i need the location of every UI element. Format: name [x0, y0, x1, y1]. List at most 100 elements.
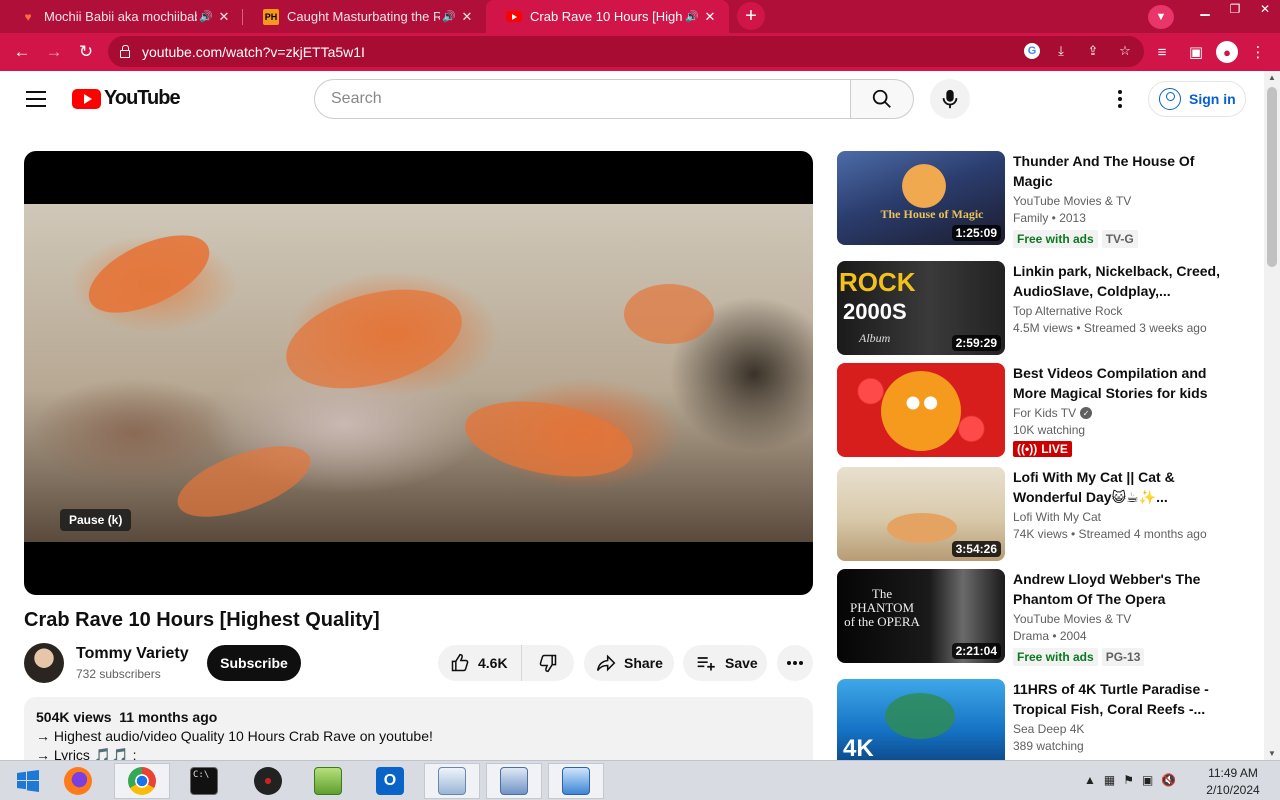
speaker-icon[interactable]: 🔊 [197, 10, 215, 23]
taskbar-app-dark[interactable] [240, 763, 296, 799]
free-with-ads-badge: Free with ads [1013, 648, 1098, 666]
page-scrollbar[interactable]: ▲ ▼ [1264, 71, 1280, 760]
scrollbar-thumb[interactable] [1267, 87, 1277, 267]
tab-ph[interactable]: PH Caught Masturbating the Ro 🔊 ✕ [243, 0, 486, 33]
badges: Free with ads TV-G [1013, 230, 1223, 248]
close-tab-icon[interactable]: ✕ [215, 9, 233, 25]
save-button[interactable]: Save [683, 645, 767, 681]
menu-hamburger-icon[interactable] [26, 91, 46, 107]
scroll-up-icon[interactable]: ▲ [1268, 73, 1276, 82]
channel-avatar[interactable] [24, 643, 64, 683]
new-tab-button[interactable]: + [737, 2, 765, 30]
taskbar-monitor-app[interactable] [424, 763, 480, 799]
related-title[interactable]: Lofi With My Cat || Cat & Wonderful Day😺… [1013, 467, 1223, 507]
install-app-icon[interactable]: ⤓ [1050, 40, 1072, 62]
browser-menu-icon[interactable]: ⋮ [1244, 36, 1272, 68]
like-dislike-group: 4.6K [438, 645, 574, 681]
video-frame[interactable] [24, 204, 813, 542]
reload-icon[interactable]: ↻ [70, 36, 102, 68]
video-player[interactable]: Pause (k) [24, 151, 813, 595]
related-channel[interactable]: Top Alternative Rock [1013, 304, 1223, 318]
related-title[interactable]: Andrew Lloyd Webber's The Phantom Of The… [1013, 569, 1223, 609]
dislike-button[interactable] [522, 645, 574, 681]
taskbar-keyboard-app[interactable] [486, 763, 542, 799]
badges: Free with ads PG-13 [1013, 648, 1223, 666]
related-video-item[interactable]: 4K 11HRS of 4K Turtle Paradise - Tropica… [837, 679, 1227, 760]
taskbar-terminal[interactable]: C:\ [176, 763, 232, 799]
close-tab-icon[interactable]: ✕ [458, 9, 476, 25]
tab-mochii[interactable]: ♥ Mochii Babii aka mochiibabii 🔊 ✕ [0, 0, 243, 33]
google-lens-icon[interactable]: G [1024, 43, 1040, 59]
profile-avatar-icon[interactable]: ● [1216, 41, 1238, 63]
share-button[interactable]: Share [584, 645, 674, 681]
start-button[interactable] [0, 763, 56, 799]
related-title[interactable]: Linkin park, Nickelback, Creed, AudioSla… [1013, 261, 1223, 301]
video-thumbnail[interactable]: 4K [837, 679, 1005, 760]
related-channel[interactable]: For Kids TV [1013, 406, 1076, 420]
tab-search-chevron-icon[interactable]: ▼ [1148, 5, 1174, 29]
channel-name[interactable]: Tommy Variety [76, 645, 189, 663]
more-actions-button[interactable] [777, 645, 813, 681]
share-page-icon[interactable]: ⇪ [1082, 40, 1104, 62]
related-channel[interactable]: Lofi With My Cat [1013, 510, 1223, 524]
bookmark-star-icon[interactable]: ☆ [1114, 40, 1136, 62]
related-video-item[interactable]: Best Videos Compilation and More Magical… [837, 363, 1227, 457]
sign-in-button[interactable]: Sign in [1148, 81, 1246, 117]
crab-shape [168, 431, 320, 532]
close-window-icon[interactable]: ✕ [1250, 0, 1280, 18]
side-panel-icon[interactable]: ▣ [1182, 36, 1210, 68]
taskbar-notepad[interactable] [300, 763, 356, 799]
lock-icon[interactable] [120, 44, 130, 58]
search-input[interactable] [314, 79, 851, 119]
video-thumbnail[interactable]: ROCK 2000S Album 2:59:29 [837, 261, 1005, 355]
taskbar-outlook[interactable]: O [362, 763, 418, 799]
volume-muted-icon[interactable]: 🔇 [1161, 773, 1176, 787]
related-channel[interactable]: YouTube Movies & TV [1013, 194, 1223, 208]
url-text[interactable]: youtube.com/watch?v=zkjETTa5w1I [142, 44, 365, 60]
related-channel[interactable]: YouTube Movies & TV [1013, 612, 1223, 626]
video-thumbnail[interactable]: 3:54:26 [837, 467, 1005, 561]
address-bar[interactable]: youtube.com/watch?v=zkjETTa5w1I G ⤓ ⇪ ☆ [108, 36, 1144, 67]
tab-crab-rave[interactable]: Crab Rave 10 Hours [Highest 🔊 ✕ [486, 0, 729, 33]
video-thumbnail[interactable]: The PHANTOM of the OPERA 2:21:04 [837, 569, 1005, 663]
search-button[interactable] [851, 79, 914, 119]
related-sub: 389 watching [1013, 739, 1084, 753]
related-title[interactable]: 11HRS of 4K Turtle Paradise - Tropical F… [1013, 679, 1223, 719]
taskbar-firefox[interactable] [50, 763, 106, 799]
voice-search-button[interactable] [930, 79, 970, 119]
system-clock[interactable]: 11:49 AM 2/10/2024 [1200, 765, 1266, 799]
live-label: LIVE [1041, 442, 1068, 456]
duration-badge: 1:25:09 [951, 225, 1001, 241]
flag-icon[interactable]: ⚑ [1123, 773, 1134, 787]
taskbar-chrome[interactable] [114, 763, 170, 799]
network-icon[interactable]: ▦ [1104, 773, 1115, 787]
related-video-item[interactable]: ROCK 2000S Album 2:59:29 Linkin park, Ni… [837, 261, 1227, 355]
video-thumbnail[interactable] [837, 363, 1005, 457]
related-title[interactable]: Thunder And The House Of Magic [1013, 151, 1223, 191]
forward-arrow-icon[interactable]: → [38, 36, 70, 68]
related-video-item[interactable]: 3:54:26 Lofi With My Cat || Cat & Wonder… [837, 467, 1227, 561]
minimize-icon[interactable]: ▁ [1190, 0, 1220, 18]
display-icon[interactable]: ▣ [1142, 773, 1153, 787]
speaker-icon[interactable]: 🔊 [440, 10, 458, 23]
scroll-down-icon[interactable]: ▼ [1268, 749, 1276, 758]
settings-more-icon[interactable] [1110, 88, 1130, 110]
speaker-icon[interactable]: 🔊 [683, 10, 701, 23]
pause-tooltip: Pause (k) [60, 509, 132, 531]
related-title[interactable]: Best Videos Compilation and More Magical… [1013, 363, 1223, 403]
back-arrow-icon[interactable]: ← [6, 36, 38, 68]
chrome-icon [128, 767, 156, 795]
show-hidden-icons-icon[interactable]: ▲ [1084, 773, 1096, 787]
media-controls-icon[interactable]: ≡ [1148, 36, 1176, 68]
related-video-item[interactable]: The PHANTOM of the OPERA 2:21:04 Andrew … [837, 569, 1227, 666]
video-thumbnail[interactable]: The House of Magic 1:25:09 [837, 151, 1005, 245]
description-box[interactable]: 504K views 11 months ago → Highest audio… [24, 697, 813, 760]
related-video-item[interactable]: The House of Magic 1:25:09 Thunder And T… [837, 151, 1227, 248]
restore-icon[interactable]: ❐ [1220, 0, 1250, 18]
like-button[interactable]: 4.6K [438, 645, 522, 681]
youtube-logo[interactable]: YouTube [72, 87, 181, 110]
subscribe-button[interactable]: Subscribe [207, 645, 301, 681]
related-channel[interactable]: Sea Deep 4K [1013, 722, 1223, 736]
close-tab-icon[interactable]: ✕ [701, 9, 719, 25]
taskbar-control-panel[interactable] [548, 763, 604, 799]
